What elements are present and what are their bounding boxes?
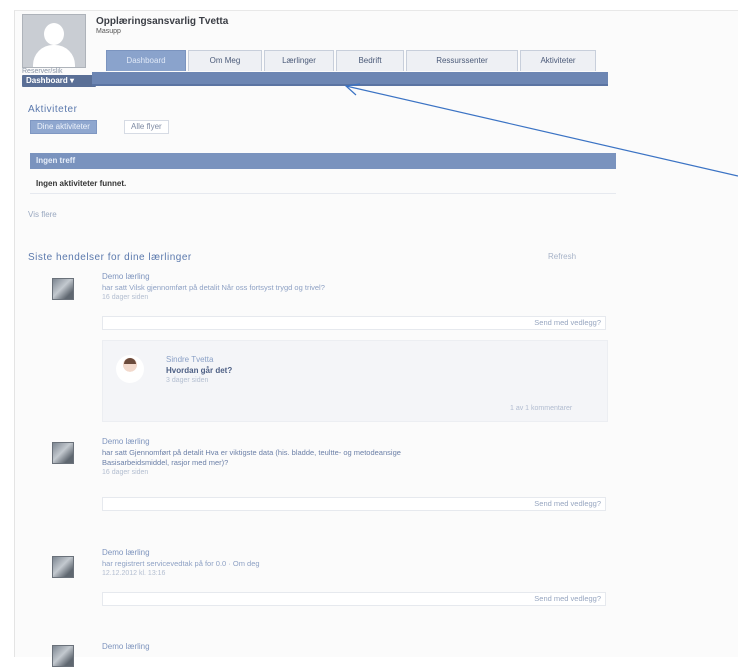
annotation-arrow — [344, 83, 738, 177]
